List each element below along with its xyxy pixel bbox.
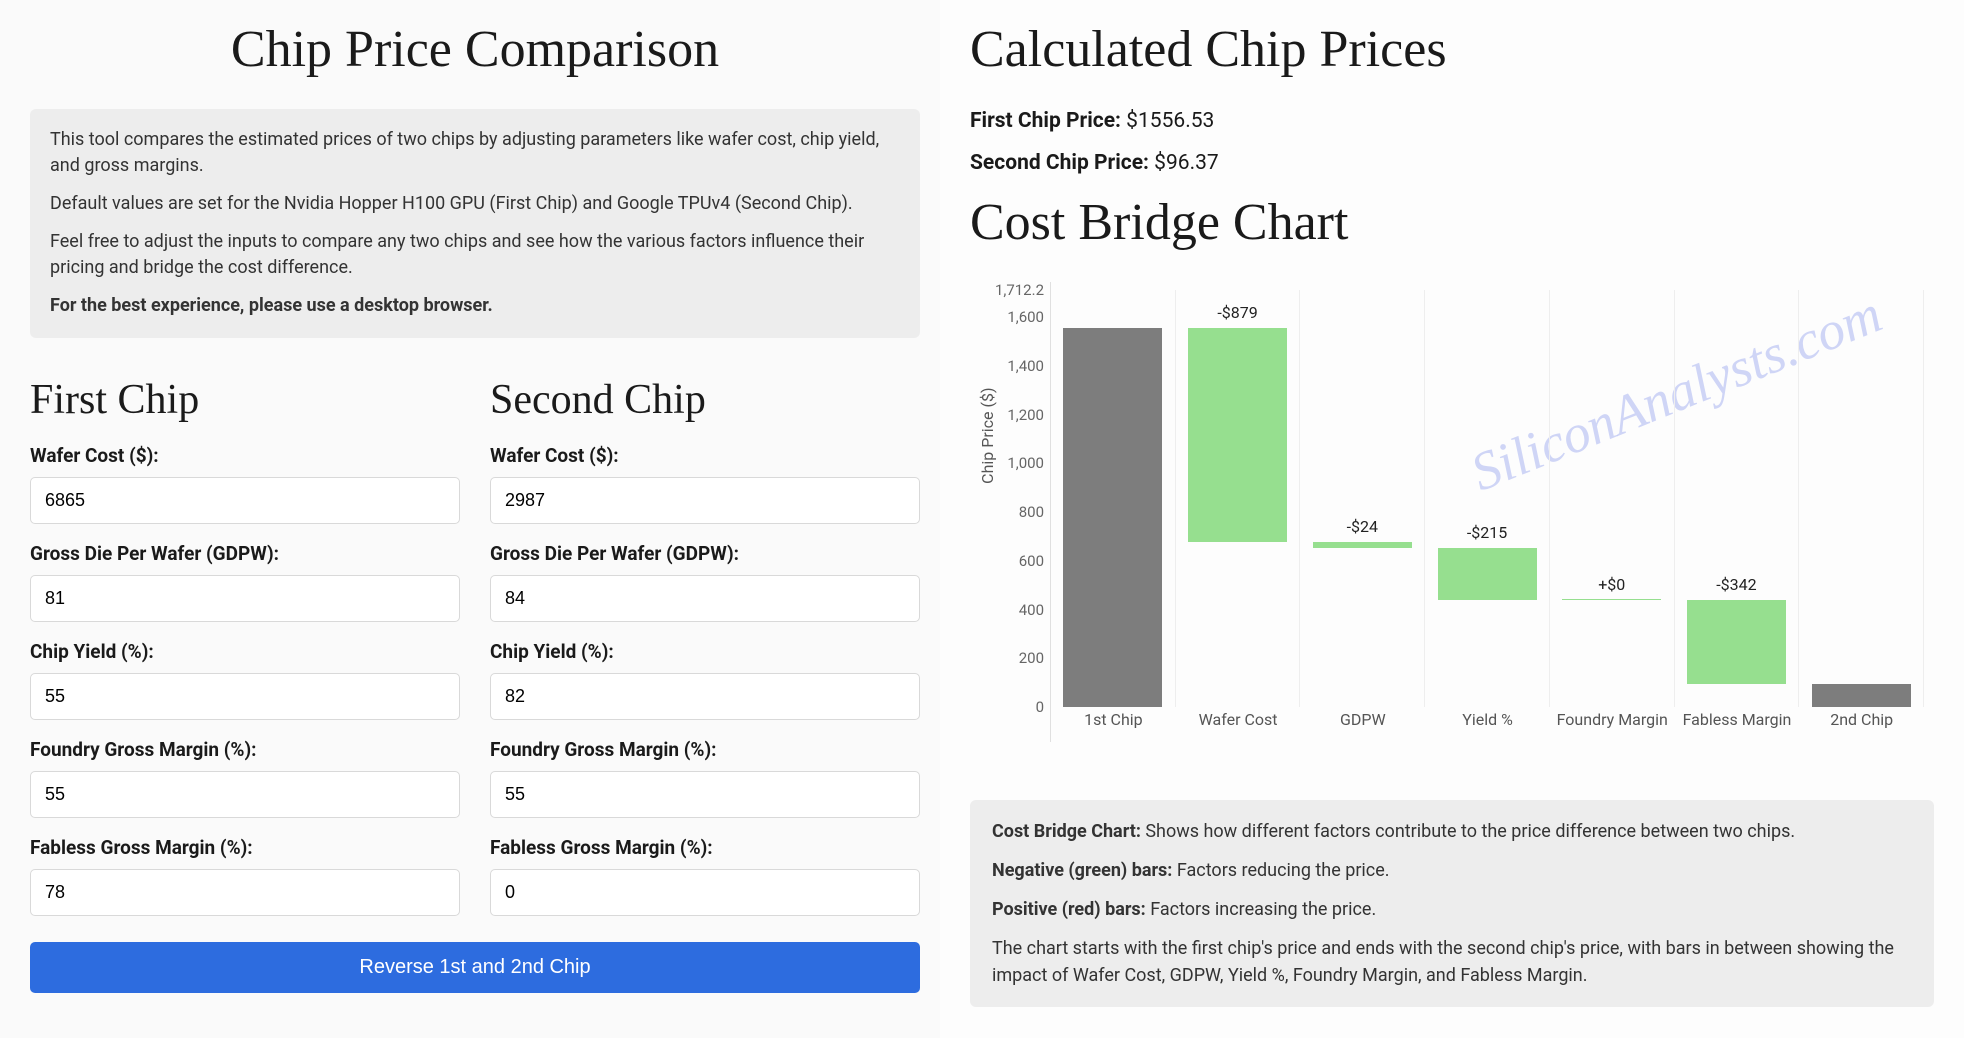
chart-bar-label: -$215: [1425, 523, 1549, 542]
chart-y-tick: 600: [1019, 552, 1044, 570]
chart-y-tick: 200: [1019, 649, 1044, 667]
chart-x-label: 1st Chip: [1051, 710, 1176, 742]
second-gdpw-label: Gross Die Per Wafer (GDPW):: [490, 542, 920, 565]
right-panel: Calculated Chip Prices First Chip Price:…: [940, 0, 1964, 1038]
chart-x-label: Fabless Margin: [1675, 710, 1800, 742]
intro-p2: Default values are set for the Nvidia Ho…: [50, 191, 900, 217]
chart-bar: [1812, 684, 1911, 707]
chart-y-tick: 400: [1019, 601, 1044, 619]
chart-bar-label: -$342: [1675, 575, 1799, 594]
chart-bar: [1063, 328, 1162, 707]
chart-bar: [1687, 600, 1786, 683]
page-title: Chip Price Comparison: [30, 20, 920, 79]
second-yield-label: Chip Yield (%):: [490, 640, 920, 663]
first-chip-form: First Chip Wafer Cost ($): Gross Die Per…: [30, 364, 460, 934]
chart-bar-label: +$0: [1550, 575, 1674, 594]
second-foundry-input[interactable]: [490, 771, 920, 818]
first-gdpw-label: Gross Die Per Wafer (GDPW):: [30, 542, 460, 565]
intro-box: This tool compares the estimated prices …: [30, 109, 920, 338]
chart-y-tick: 0: [1036, 698, 1044, 716]
chart-bar-label: -$24: [1300, 517, 1424, 536]
chart-bar-slot: [1799, 290, 1924, 707]
chart-legend-box: Cost Bridge Chart: Shows how different f…: [970, 800, 1934, 1007]
chart-x-label: Yield %: [1425, 710, 1550, 742]
reverse-button[interactable]: Reverse 1st and 2nd Chip: [30, 942, 920, 993]
chart-y-tick: 1,200: [1007, 406, 1044, 424]
second-wafer-label: Wafer Cost ($):: [490, 444, 920, 467]
first-foundry-label: Foundry Gross Margin (%):: [30, 738, 460, 761]
second-price-label: Second Chip Price:: [970, 151, 1149, 175]
legend-text-4: The chart starts with the first chip's p…: [992, 935, 1912, 989]
legend-title-1: Cost Bridge Chart:: [992, 821, 1141, 842]
chart-y-tick: 1,400: [1007, 357, 1044, 375]
legend-text-2: Factors reducing the price.: [1172, 860, 1389, 881]
chart-plot-area: -$879 -$24-$215 +$0-$342: [1051, 290, 1924, 707]
chart-bar-slot: [1051, 290, 1176, 707]
chart-bar-slot: -$879: [1176, 290, 1301, 707]
first-wafer-label: Wafer Cost ($):: [30, 444, 460, 467]
second-gdpw-input[interactable]: [490, 575, 920, 622]
second-fabless-input[interactable]: [490, 869, 920, 916]
first-price-value: $1556.53: [1121, 109, 1214, 133]
chart-bar-slot: -$342: [1675, 290, 1800, 707]
chart-y-tick: 800: [1019, 503, 1044, 521]
chart-y-ticks: 02004006008001,0001,2001,4001,6001,712.2: [1010, 282, 1050, 747]
first-price-label: First Chip Price:: [970, 109, 1121, 133]
chart-x-label: Foundry Margin: [1550, 710, 1675, 742]
first-gdpw-input[interactable]: [30, 575, 460, 622]
second-foundry-label: Foundry Gross Margin (%):: [490, 738, 920, 761]
chart-y-axis-label: Chip Price ($): [978, 387, 997, 483]
chart-bar-slot: -$24: [1300, 290, 1425, 707]
second-chip-form: Second Chip Wafer Cost ($): Gross Die Pe…: [490, 364, 920, 934]
intro-p3: Feel free to adjust the inputs to compar…: [50, 229, 900, 281]
intro-p1: This tool compares the estimated prices …: [50, 127, 900, 179]
second-yield-input[interactable]: [490, 673, 920, 720]
intro-p4: For the best experience, please use a de…: [50, 295, 493, 316]
legend-text-1: Shows how different factors contribute t…: [1141, 821, 1795, 842]
first-yield-label: Chip Yield (%):: [30, 640, 460, 663]
chart-bar-slot: +$0: [1550, 290, 1675, 707]
chart-bar-slot: -$215: [1425, 290, 1550, 707]
legend-title-2: Negative (green) bars:: [992, 860, 1172, 881]
chart-x-label: GDPW: [1300, 710, 1425, 742]
chart-x-labels: 1st ChipWafer CostGDPWYield %Foundry Mar…: [1051, 710, 1924, 742]
second-chip-heading: Second Chip: [490, 376, 920, 424]
calculated-prices: First Chip Price: $1556.53 Second Chip P…: [970, 109, 1934, 175]
first-wafer-input[interactable]: [30, 477, 460, 524]
chart-y-tick: 1,600: [1007, 308, 1044, 326]
chart-y-tick: 1,712.2: [995, 281, 1044, 299]
legend-title-3: Positive (red) bars:: [992, 899, 1146, 920]
legend-text-3: Factors increasing the price.: [1146, 899, 1376, 920]
second-wafer-input[interactable]: [490, 477, 920, 524]
chart-bar: [1313, 542, 1412, 548]
first-chip-heading: First Chip: [30, 376, 460, 424]
chart-y-tick: 1,000: [1007, 454, 1044, 472]
chart-x-label: 2nd Chip: [1799, 710, 1924, 742]
first-fabless-label: Fabless Gross Margin (%):: [30, 836, 460, 859]
second-price-value: $96.37: [1149, 151, 1219, 175]
first-fabless-input[interactable]: [30, 869, 460, 916]
left-panel: Chip Price Comparison This tool compares…: [0, 0, 940, 1038]
chart-bar-label: -$879: [1176, 303, 1300, 322]
cost-bridge-chart: SiliconAnalysts.com Chip Price ($) 02004…: [970, 282, 1934, 782]
chart-bar: [1188, 328, 1287, 542]
first-yield-input[interactable]: [30, 673, 460, 720]
chart-bar: [1438, 548, 1537, 600]
chart-bar: [1562, 599, 1661, 600]
chart-x-label: Wafer Cost: [1176, 710, 1301, 742]
calculated-prices-heading: Calculated Chip Prices: [970, 20, 1934, 79]
cost-bridge-heading: Cost Bridge Chart: [970, 193, 1934, 252]
first-foundry-input[interactable]: [30, 771, 460, 818]
second-fabless-label: Fabless Gross Margin (%):: [490, 836, 920, 859]
